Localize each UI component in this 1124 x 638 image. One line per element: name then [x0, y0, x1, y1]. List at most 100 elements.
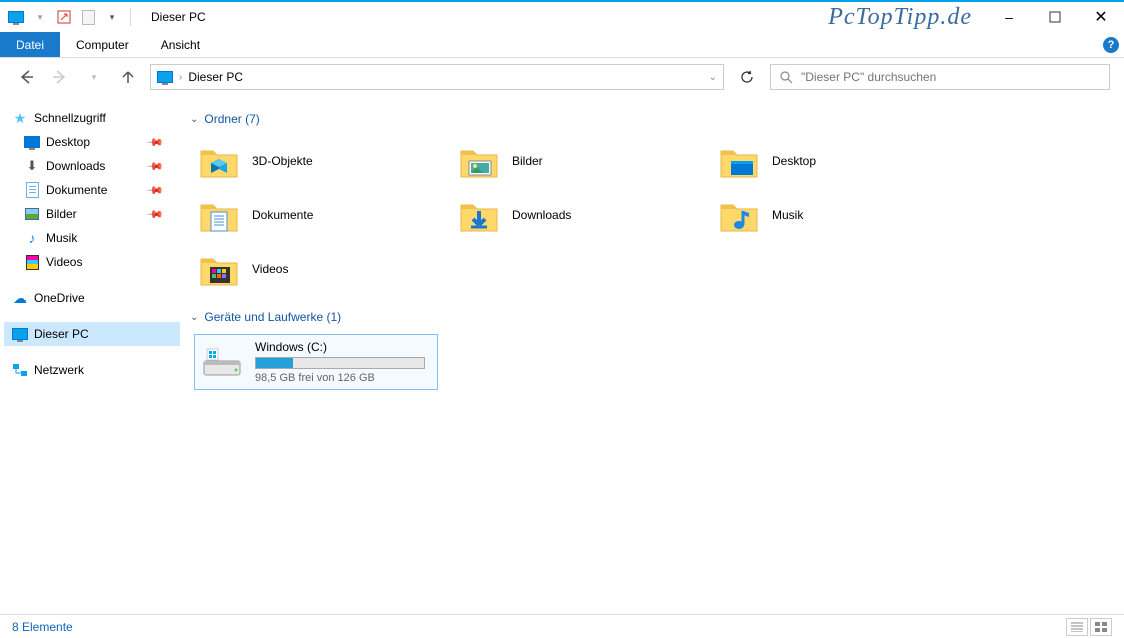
- star-icon: ★: [12, 110, 28, 126]
- tab-computer[interactable]: Computer: [60, 32, 145, 57]
- group-label: Geräte und Laufwerke (1): [204, 310, 341, 324]
- group-label: Ordner (7): [204, 112, 259, 126]
- sidebar-item-label: Downloads: [46, 159, 105, 173]
- folder-label: Downloads: [512, 208, 571, 222]
- folder-music[interactable]: Musik: [714, 190, 974, 240]
- folder-icon: [716, 194, 762, 236]
- network-icon: [12, 362, 28, 378]
- qat-chevron-icon[interactable]: ▾: [102, 7, 122, 27]
- location-icon: [157, 71, 173, 83]
- back-button[interactable]: [14, 65, 38, 89]
- sidebar-item-label: Videos: [46, 255, 82, 269]
- folder-3d[interactable]: 3D-Objekte: [194, 136, 454, 186]
- tab-view[interactable]: Ansicht: [145, 32, 216, 57]
- statusbar: 8 Elemente: [0, 614, 1124, 638]
- view-tiles-button[interactable]: [1090, 618, 1112, 636]
- sidebar-item-label: Dieser PC: [34, 327, 89, 341]
- help-button[interactable]: ?: [1098, 32, 1124, 57]
- picture-icon: [24, 206, 40, 222]
- chevron-down-icon: ⌄: [190, 312, 198, 323]
- folder-label: Dokumente: [252, 208, 313, 222]
- qat-properties-icon[interactable]: [54, 7, 74, 27]
- drive-usage-bar: [255, 357, 425, 369]
- folder-label: Bilder: [512, 154, 543, 168]
- sidebar-item-label: Dokumente: [46, 183, 107, 197]
- desktop-icon: [24, 134, 40, 150]
- recent-dropdown[interactable]: ▾: [82, 65, 106, 89]
- navbar: ▾ › Dieser PC ⌄: [0, 58, 1124, 96]
- ribbon: Datei Computer Ansicht ?: [0, 32, 1124, 58]
- folder-icon: [716, 140, 762, 182]
- separator: [130, 8, 131, 26]
- chevron-icon: ›: [179, 72, 182, 83]
- app-icon: [6, 7, 26, 27]
- search-icon: [779, 70, 793, 84]
- up-button[interactable]: [116, 65, 140, 89]
- tree-onedrive[interactable]: ☁ OneDrive: [4, 286, 180, 310]
- content-pane: ⌄ Ordner (7) 3D-Objekte Bilder Desktop Doku…: [184, 96, 1124, 614]
- folder-icon: [456, 194, 502, 236]
- qat-dropdown-icon[interactable]: ▾: [30, 7, 50, 27]
- folder-icon: [196, 140, 242, 182]
- address-bar[interactable]: › Dieser PC ⌄: [150, 64, 724, 90]
- item-count: 8 Elemente: [12, 620, 73, 634]
- folder-desktop[interactable]: Desktop: [714, 136, 974, 186]
- folder-videos[interactable]: Videos: [194, 244, 454, 294]
- sidebar-item-label: Bilder: [46, 207, 77, 221]
- maximize-button[interactable]: [1032, 2, 1078, 32]
- folder-label: 3D-Objekte: [252, 154, 313, 168]
- drive-free-text: 98,5 GB frei von 126 GB: [255, 372, 433, 384]
- view-details-button[interactable]: [1066, 618, 1088, 636]
- download-icon: ⬇: [24, 158, 40, 174]
- sidebar-item-label: Schnellzugriff: [34, 111, 106, 125]
- drive-label: Windows (C:): [255, 340, 433, 354]
- tree-downloads[interactable]: ⬇ Downloads 📌: [4, 154, 180, 178]
- video-icon: [24, 254, 40, 270]
- pin-icon: 📌: [146, 157, 165, 176]
- search-box[interactable]: [770, 64, 1110, 90]
- search-input[interactable]: [801, 70, 1101, 84]
- folder-icon: [456, 140, 502, 182]
- folder-icon: [196, 194, 242, 236]
- tree-music[interactable]: ♪ Musik: [4, 226, 180, 250]
- tree-thispc[interactable]: Dieser PC: [4, 322, 180, 346]
- tree-network[interactable]: Netzwerk: [4, 358, 180, 382]
- watermark: PcTopTipp.de: [828, 4, 972, 31]
- drive-c[interactable]: Windows (C:) 98,5 GB frei von 126 GB: [194, 334, 438, 390]
- window-title: Dieser PC: [151, 10, 206, 24]
- group-drives[interactable]: ⌄ Geräte und Laufwerke (1): [190, 310, 1120, 324]
- refresh-button[interactable]: [734, 64, 760, 90]
- close-button[interactable]: ✕: [1078, 2, 1124, 32]
- tree-pictures[interactable]: Bilder 📌: [4, 202, 180, 226]
- folder-downloads[interactable]: Downloads: [454, 190, 714, 240]
- tree-documents[interactable]: Dokumente 📌: [4, 178, 180, 202]
- drive-icon: [199, 341, 245, 383]
- sidebar-item-label: Netzwerk: [34, 363, 84, 377]
- tree-desktop[interactable]: Desktop 📌: [4, 130, 180, 154]
- breadcrumb[interactable]: Dieser PC: [188, 70, 243, 84]
- sidebar: ★ Schnellzugriff Desktop 📌 ⬇ Downloads 📌…: [0, 96, 184, 614]
- pin-icon: 📌: [146, 181, 165, 200]
- folder-icon: [196, 248, 242, 290]
- group-folders[interactable]: ⌄ Ordner (7): [190, 112, 1120, 126]
- folder-label: Desktop: [772, 154, 816, 168]
- computer-icon: [12, 326, 28, 342]
- chevron-down-icon[interactable]: ⌄: [709, 72, 717, 83]
- pin-icon: 📌: [146, 205, 165, 224]
- tab-file[interactable]: Datei: [0, 32, 60, 57]
- minimize-button[interactable]: –: [986, 2, 1032, 32]
- tree-videos[interactable]: Videos: [4, 250, 180, 274]
- folder-pictures[interactable]: Bilder: [454, 136, 714, 186]
- sidebar-item-label: OneDrive: [34, 291, 85, 305]
- music-icon: ♪: [24, 230, 40, 246]
- document-icon: [24, 182, 40, 198]
- folder-label: Videos: [252, 262, 288, 276]
- folder-documents[interactable]: Dokumente: [194, 190, 454, 240]
- forward-button[interactable]: [48, 65, 72, 89]
- tree-quickaccess[interactable]: ★ Schnellzugriff: [4, 106, 180, 130]
- titlebar: ▾ ▾ Dieser PC PcTopTipp.de – ✕: [0, 2, 1124, 32]
- sidebar-item-label: Desktop: [46, 135, 90, 149]
- sidebar-item-label: Musik: [46, 231, 77, 245]
- folder-label: Musik: [772, 208, 803, 222]
- qat-blank-icon[interactable]: [78, 7, 98, 27]
